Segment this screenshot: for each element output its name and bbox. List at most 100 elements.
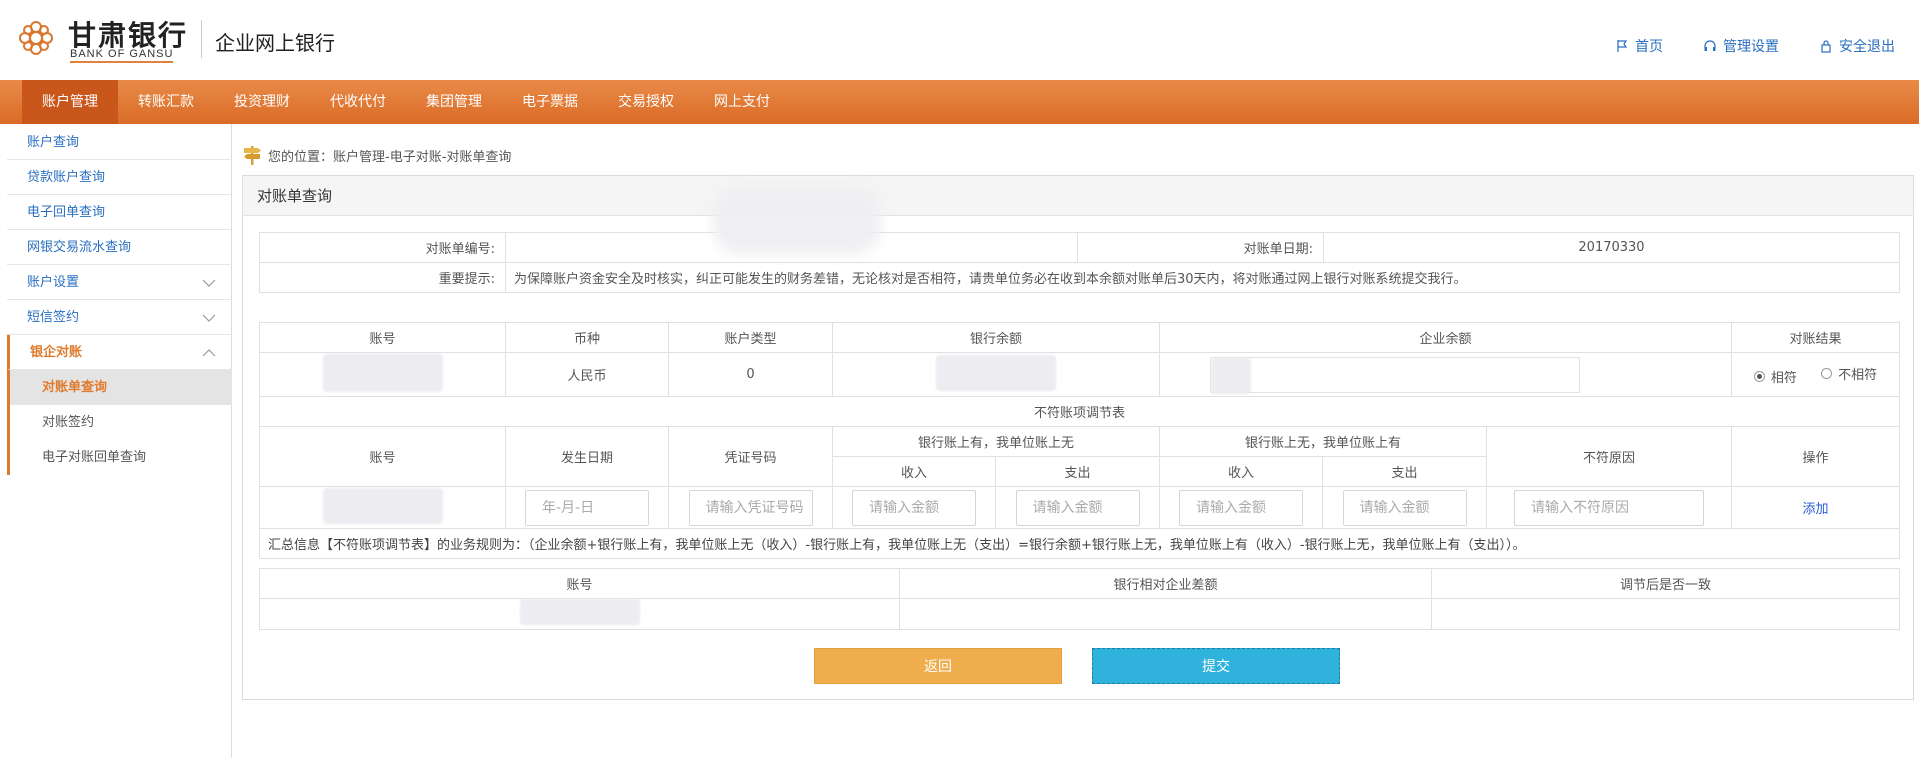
summary-rule-text: 汇总信息【不符账项调节表】的业务规则为：（企业余额+银行账上有，我单位账上无（收…	[258, 528, 1901, 559]
sidebar-sub-reconciliation-signing[interactable]: 对账签约	[7, 405, 232, 440]
col-header-currency: 币种	[505, 322, 669, 353]
flag-icon	[1617, 40, 1628, 52]
summary-header-consistent: 调节后是否一致	[1431, 568, 1900, 599]
sidebar-item-transaction-flow[interactable]: 网银交易流水查询	[7, 230, 232, 265]
result-mismatch-radio[interactable]: 不相符	[1821, 364, 1877, 383]
breadcrumb: 您的位置：账户管理-电子对账-对账单查询	[242, 144, 511, 166]
nav-investment[interactable]: 投资理财	[214, 80, 310, 124]
sidebar-item-label: 银企对账	[30, 345, 83, 360]
radio-unchecked-icon	[1821, 367, 1833, 379]
home-link-label: 首页	[1635, 39, 1663, 55]
adj-header-voucher: 凭证号码	[668, 426, 833, 487]
adj-voucher-cell: 请输入凭证号码	[668, 486, 833, 529]
sidebar-item-sms-signing[interactable]: 短信签约	[7, 300, 232, 335]
col-header-enterprise-balance: 企业余额	[1159, 322, 1733, 353]
nav-collection-payment[interactable]: 代收代付	[310, 80, 406, 124]
home-link[interactable]: 首页	[1615, 36, 1663, 56]
adj-header-income-2: 收入	[1159, 456, 1324, 487]
nav-transaction-auth[interactable]: 交易授权	[598, 80, 694, 124]
nav-account-management[interactable]: 账户管理	[22, 80, 118, 124]
result-cell: 相符 不相符	[1731, 352, 1901, 397]
reason-input[interactable]: 请输入不符原因	[1514, 489, 1705, 526]
adj-header-action: 操作	[1731, 426, 1901, 487]
lock-icon	[1821, 40, 1831, 53]
signpost-icon	[244, 146, 261, 165]
adj-action-cell: 添加	[1731, 486, 1901, 529]
panel-title: 对账单查询	[243, 176, 1913, 216]
sidebar-item-loan-query[interactable]: 贷款账户查询	[7, 160, 232, 195]
account-type-cell: 0	[668, 352, 833, 397]
sidebar-item-receipt-query[interactable]: 电子回单查询	[7, 195, 232, 230]
sidebar-sub-statement-query[interactable]: 对账单查询	[7, 370, 232, 405]
col-header-bank-balance: 银行余额	[831, 322, 1161, 353]
date-input[interactable]: 年-月-日	[525, 489, 649, 526]
statement-panel: 对账单查询 对账单编号: 对账单日期: 20170330 重要提示: 为保障账户…	[242, 175, 1914, 700]
nav-group-management[interactable]: 集团管理	[406, 80, 502, 124]
col-header-account: 账号	[259, 322, 506, 353]
adj-header-account: 账号	[259, 426, 506, 487]
statement-date-label: 对账单日期:	[1077, 232, 1324, 263]
summary-difference-cell	[899, 598, 1432, 630]
account-number-cell	[259, 352, 506, 397]
enterprise-balance-input[interactable]	[1210, 356, 1581, 394]
statement-date-value: 20170330	[1323, 232, 1900, 263]
main-nav: 账户管理 转账汇款 投资理财 代收代付 集团管理 电子票据 交易授权 网上支付	[0, 80, 1919, 124]
app-title: 企业网上银行	[215, 31, 335, 55]
chevron-up-icon	[202, 335, 216, 370]
bank-not-income-input[interactable]: 请输入金额	[1179, 489, 1304, 526]
voucher-input[interactable]: 请输入凭证号码	[688, 489, 813, 526]
adj-header-expense-1: 支出	[994, 456, 1161, 487]
adj-header-bank-not: 银行账上无，我单位账上有	[1159, 426, 1488, 457]
notice-text: 为保障账户资金安全及时核实，纠正可能发生的财务差错，无论核对是否相符，请贵单位务…	[505, 262, 1900, 293]
bank-has-income-input[interactable]: 请输入金额	[852, 489, 976, 526]
bank-emblem-icon	[19, 21, 53, 55]
logout-link[interactable]: 安全退出	[1819, 36, 1895, 56]
summary-consistent-cell	[1431, 598, 1900, 630]
adj-bank-not-expense-cell: 请输入金额	[1322, 486, 1488, 529]
adj-bank-has-income-cell: 请输入金额	[832, 486, 996, 529]
summary-header-difference: 银行相对企业差额	[899, 568, 1432, 599]
chevron-down-icon	[202, 265, 216, 300]
currency-cell: 人民币	[505, 352, 669, 397]
sidebar-item-bank-reconciliation[interactable]: 银企对账	[7, 335, 232, 370]
adj-header-income-1: 收入	[832, 456, 996, 487]
result-match-label: 相符	[1770, 370, 1797, 386]
header: 甘肃银行 BANK OF GANSU 企业网上银行 首页 管理设置 安全退出	[0, 0, 1919, 80]
adj-date-cell: 年-月-日	[505, 486, 669, 529]
nav-e-bills[interactable]: 电子票据	[502, 80, 598, 124]
settings-link[interactable]: 管理设置	[1703, 36, 1779, 56]
sidebar-sub-e-receipt-query[interactable]: 电子对账回单查询	[7, 440, 232, 475]
sidebar-item-account-settings[interactable]: 账户设置	[7, 265, 232, 300]
summary-header-account: 账号	[259, 568, 900, 599]
sidebar-item-label: 短信签约	[27, 310, 80, 325]
adj-account-cell	[259, 486, 506, 529]
adj-bank-has-expense-cell: 请输入金额	[994, 486, 1161, 529]
radio-checked-icon	[1753, 370, 1765, 382]
adj-bank-not-income-cell: 请输入金额	[1159, 486, 1324, 529]
result-match-radio[interactable]: 相符	[1753, 367, 1797, 386]
headset-icon	[1704, 40, 1716, 51]
bank-has-expense-input[interactable]: 请输入金额	[1015, 489, 1140, 526]
submit-button[interactable]: 提交	[1092, 648, 1340, 684]
redaction-blur	[712, 185, 882, 255]
col-header-account-type: 账户类型	[668, 322, 833, 353]
add-button[interactable]: 添加	[1803, 502, 1829, 517]
summary-account-cell	[259, 598, 900, 630]
back-button[interactable]: 返回	[814, 648, 1062, 684]
sidebar-item-label: 账户设置	[27, 275, 80, 290]
enterprise-balance-cell	[1159, 352, 1733, 397]
bank-not-expense-input[interactable]: 请输入金额	[1342, 489, 1467, 526]
adj-header-date: 发生日期	[505, 426, 669, 487]
statement-no-label: 对账单编号:	[259, 232, 506, 263]
bank-logo[interactable]: 甘肃银行 BANK OF GANSU	[16, 14, 188, 64]
adj-header-bank-has: 银行账上有，我单位账上无	[831, 426, 1161, 457]
header-divider	[201, 20, 202, 58]
bank-balance-cell	[831, 352, 1161, 397]
sidebar-item-account-query[interactable]: 账户查询	[7, 125, 232, 160]
summary-table: 账号 银行相对企业差额 调节后是否一致	[259, 568, 1900, 630]
balance-reconciliation-table: 账号 币种 账户类型 银行余额 企业余额 对账结果 人民币 0 相符 不相符 不…	[258, 322, 1901, 559]
nav-online-payment[interactable]: 网上支付	[694, 80, 790, 124]
col-header-result: 对账结果	[1731, 322, 1901, 353]
breadcrumb-text: 您的位置：账户管理-电子对账-对账单查询	[268, 149, 512, 165]
nav-transfer[interactable]: 转账汇款	[118, 80, 214, 124]
